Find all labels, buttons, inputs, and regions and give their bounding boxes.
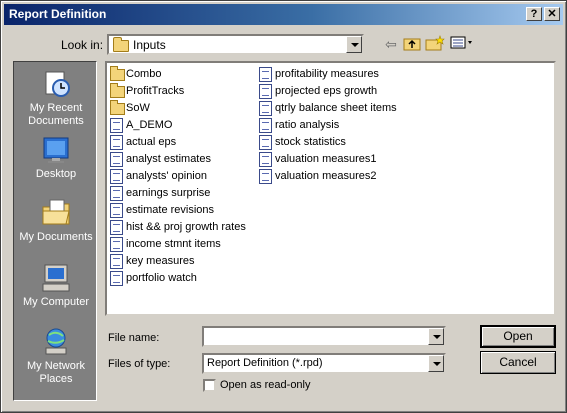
cancel-button[interactable]: Cancel: [480, 351, 556, 374]
document-icon: [110, 237, 123, 252]
document-icon: [110, 169, 123, 184]
my-documents-icon: [40, 197, 72, 229]
document-icon: [259, 84, 272, 99]
folder-icon: [110, 83, 125, 98]
chevron-down-icon[interactable]: [346, 36, 362, 53]
place-desktop[interactable]: Desktop: [14, 134, 98, 181]
report-definition-dialog: Report Definition ? ✕ Look in: Inputs ⇦ …: [0, 0, 567, 413]
chevron-down-icon[interactable]: [428, 355, 444, 372]
document-icon: [259, 169, 272, 184]
place-label: My Computer: [22, 296, 90, 308]
up-folder-icon[interactable]: [402, 35, 422, 53]
document-icon: [110, 186, 123, 201]
back-arrow-icon[interactable]: ⇦: [381, 35, 401, 53]
document-icon: [259, 118, 272, 133]
open-button[interactable]: Open: [480, 325, 556, 348]
place-label: My Recent Documents: [28, 102, 84, 127]
document-icon: [110, 254, 123, 269]
file-list[interactable]: Combo ProfitTracks SoW A_DEMO actual eps…: [105, 61, 556, 316]
place-label: My Network Places: [26, 360, 86, 385]
recent-documents-icon: [40, 68, 72, 100]
look-in-label: Look in:: [61, 38, 104, 52]
document-icon: [110, 118, 123, 133]
place-my-documents[interactable]: My Documents: [14, 197, 98, 244]
document-icon: [259, 152, 272, 167]
window-title: Report Definition: [9, 7, 107, 21]
document-icon: [110, 271, 123, 286]
folder-icon: [110, 100, 125, 115]
document-icon: [259, 67, 272, 82]
network-places-icon: [40, 326, 72, 358]
chevron-down-icon[interactable]: [428, 328, 444, 345]
views-menu-icon[interactable]: [450, 35, 474, 53]
help-button[interactable]: ?: [526, 7, 542, 21]
close-button[interactable]: ✕: [544, 7, 560, 21]
document-icon: [110, 152, 123, 167]
file-type-dropdown[interactable]: Report Definition (*.rpd): [202, 353, 446, 374]
desktop-icon: [40, 134, 72, 166]
document-icon: [110, 220, 123, 235]
places-bar: My Recent Documents Desktop My Documents…: [13, 61, 97, 401]
read-only-checkbox[interactable]: [203, 379, 216, 392]
place-my-recent-documents[interactable]: My Recent Documents: [14, 68, 98, 128]
document-icon: [110, 135, 123, 150]
document-icon: [259, 101, 272, 116]
files-of-type-label: Files of type:: [108, 358, 171, 370]
file-name-label: File name:: [108, 332, 160, 344]
place-label: My Documents: [19, 231, 93, 243]
place-label: Desktop: [35, 168, 77, 180]
title-bar[interactable]: Report Definition ? ✕: [4, 4, 563, 25]
folder-icon: [110, 66, 125, 81]
document-icon: [259, 135, 272, 150]
file-name-input[interactable]: [202, 326, 446, 347]
place-my-computer[interactable]: My Computer: [14, 262, 98, 309]
look-in-dropdown[interactable]: Inputs: [107, 34, 364, 55]
read-only-label: Open as read-only: [220, 379, 311, 391]
place-my-network-places[interactable]: My Network Places: [14, 326, 98, 386]
look-in-value: Inputs: [133, 38, 166, 52]
file-type-value: Report Definition (*.rpd): [207, 357, 323, 369]
new-folder-icon[interactable]: [425, 35, 445, 53]
folder-icon: [113, 37, 129, 52]
my-computer-icon: [40, 262, 72, 294]
document-icon: [110, 203, 123, 218]
